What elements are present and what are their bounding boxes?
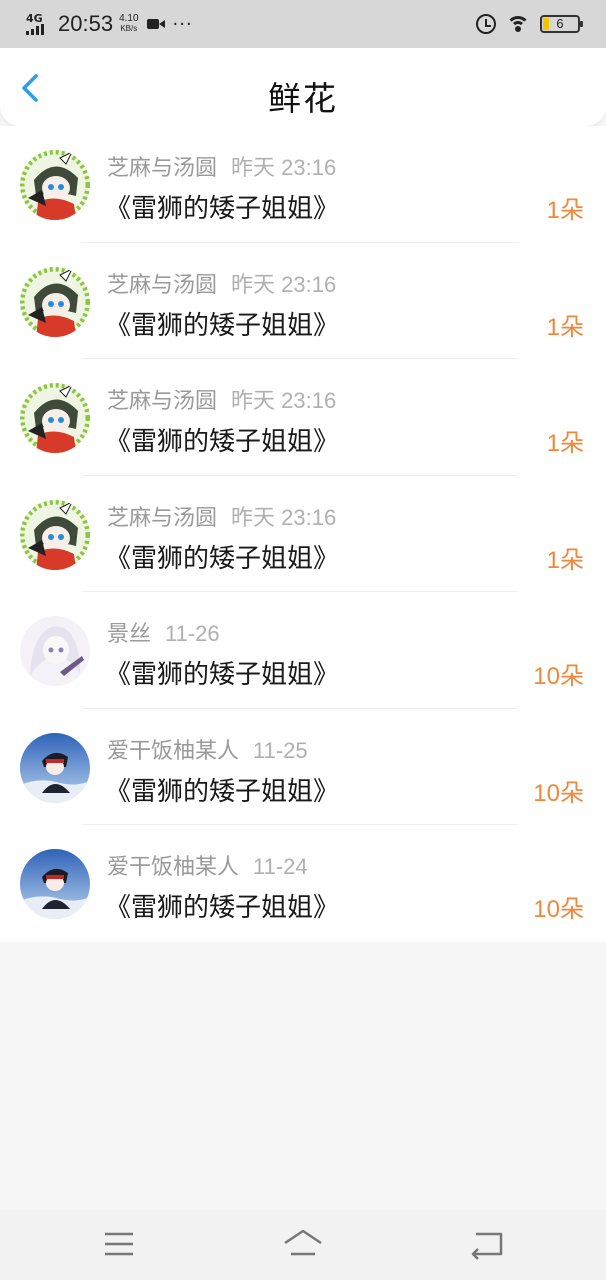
- avatar-image: [20, 150, 90, 220]
- list-item[interactable]: 爱干饭柚某人 11-25 《雷狮的矮子姐姐》 10朵: [0, 709, 606, 825]
- book-title[interactable]: 《雷狮的矮子姐姐》: [105, 654, 339, 691]
- list-item[interactable]: 爱干饭柚某人 11-24 《雷狮的矮子姐姐》 10朵: [0, 825, 606, 942]
- sender-name[interactable]: 芝麻与汤圆: [107, 389, 217, 414]
- network-type: 4G: [26, 12, 43, 25]
- speed-value: 4.10: [119, 13, 139, 24]
- send-time: 11-25: [253, 737, 308, 763]
- list-item[interactable]: 芝麻与汤圆 昨天 23:16 《雷狮的矮子姐姐》 1朵: [0, 476, 606, 592]
- book-title[interactable]: 《雷狮的矮子姐姐》: [105, 887, 339, 924]
- battery-level: 6: [556, 16, 564, 31]
- sender-name-line: 景丝 11-26: [107, 616, 220, 648]
- home-button[interactable]: [282, 1226, 322, 1262]
- send-time: 昨天 23:16: [231, 388, 337, 413]
- book-title[interactable]: 《雷狮的矮子姐姐》: [105, 305, 339, 342]
- sender-name[interactable]: 芝麻与汤圆: [107, 156, 217, 181]
- avatar-image: [20, 849, 90, 919]
- flower-count: 1朵: [546, 197, 584, 224]
- avatar-image: [20, 616, 90, 686]
- speed-unit: KB/s: [120, 24, 138, 33]
- sender-name-line: 芝麻与汤圆 昨天 23:16: [107, 500, 336, 532]
- alarm-icon: [476, 14, 496, 34]
- avatar-image: [20, 732, 90, 803]
- avatar[interactable]: [20, 266, 90, 337]
- avatar[interactable]: [20, 383, 90, 453]
- send-time: 11-26: [165, 621, 220, 646]
- flower-count: 10朵: [533, 779, 584, 807]
- list-item[interactable]: 景丝 11-26 《雷狮的矮子姐姐》 10朵: [0, 592, 606, 709]
- back-arrow-icon: [471, 1232, 503, 1260]
- flower-list: 芝麻与汤圆 昨天 23:16 《雷狮的矮子姐姐》 1朵 芝麻与汤圆 昨天 23:16 《雷狮…: [0, 126, 606, 942]
- avatar[interactable]: [20, 849, 90, 919]
- avatar-image: [20, 383, 90, 453]
- home-icon: [284, 1229, 322, 1256]
- sender-name[interactable]: 芝麻与汤圆: [107, 506, 217, 531]
- sender-name-line: 芝麻与汤圆 昨天 23:16: [107, 150, 336, 182]
- page-title: 鲜花: [268, 79, 338, 118]
- list-item[interactable]: 芝麻与汤圆 昨天 23:16 《雷狮的矮子姐姐》 1朵: [0, 243, 606, 359]
- book-title[interactable]: 《雷狮的矮子姐姐》: [105, 421, 339, 458]
- book-title[interactable]: 《雷狮的矮子姐姐》: [105, 188, 339, 225]
- sender-name-line: 爱干饭柚某人 11-25: [107, 733, 308, 765]
- network-speed: 4.10 KB/s: [119, 14, 138, 34]
- flower-count: 1朵: [546, 546, 584, 574]
- status-time: 20:53: [58, 11, 114, 36]
- flower-count: 10朵: [533, 896, 584, 923]
- send-time: 昨天 23:16: [231, 504, 337, 530]
- app-header: 鲜花: [0, 48, 606, 126]
- send-time: 昨天 23:16: [231, 155, 337, 180]
- list-item[interactable]: 芝麻与汤圆 昨天 23:16 《雷狮的矮子姐姐》 1朵: [0, 126, 606, 243]
- avatar[interactable]: [20, 616, 90, 686]
- menu-icon: [105, 1232, 133, 1256]
- wifi-icon: [506, 15, 530, 33]
- avatar[interactable]: [20, 150, 90, 220]
- sender-name[interactable]: 爱干饭柚某人: [107, 739, 239, 764]
- avatar[interactable]: [20, 732, 90, 803]
- sender-name-line: 爱干饭柚某人 11-24: [107, 849, 308, 881]
- video-icon: [146, 18, 165, 30]
- book-title[interactable]: 《雷狮的矮子姐姐》: [105, 771, 339, 808]
- flower-count: 10朵: [533, 663, 584, 690]
- send-time: 昨天 23:16: [231, 271, 337, 297]
- sender-name[interactable]: 景丝: [107, 622, 151, 647]
- more-notifications-icon: ···: [172, 13, 193, 35]
- signal-icon: 4G: [26, 13, 52, 35]
- avatar-image: [20, 266, 90, 337]
- list-item[interactable]: 芝麻与汤圆 昨天 23:16 《雷狮的矮子姐姐》 1朵: [0, 359, 606, 476]
- flower-count: 1朵: [546, 430, 584, 457]
- sender-name-line: 芝麻与汤圆 昨天 23:16: [107, 383, 336, 415]
- flower-count: 1朵: [546, 313, 584, 341]
- sender-name[interactable]: 爱干饭柚某人: [107, 855, 239, 880]
- nav-back-button[interactable]: [468, 1226, 508, 1262]
- status-bar: 4G 20:53 4.10 KB/s ··· 6: [0, 0, 606, 48]
- book-title[interactable]: 《雷狮的矮子姐姐》: [105, 538, 339, 575]
- sender-name-line: 芝麻与汤圆 昨天 23:16: [107, 267, 336, 299]
- system-nav-bar: [0, 1210, 606, 1280]
- avatar-image: [20, 499, 90, 570]
- sender-name[interactable]: 芝麻与汤圆: [107, 273, 217, 298]
- battery-icon: 6: [540, 15, 583, 33]
- send-time: 11-24: [253, 854, 308, 879]
- avatar[interactable]: [20, 499, 90, 570]
- menu-button[interactable]: [100, 1226, 140, 1262]
